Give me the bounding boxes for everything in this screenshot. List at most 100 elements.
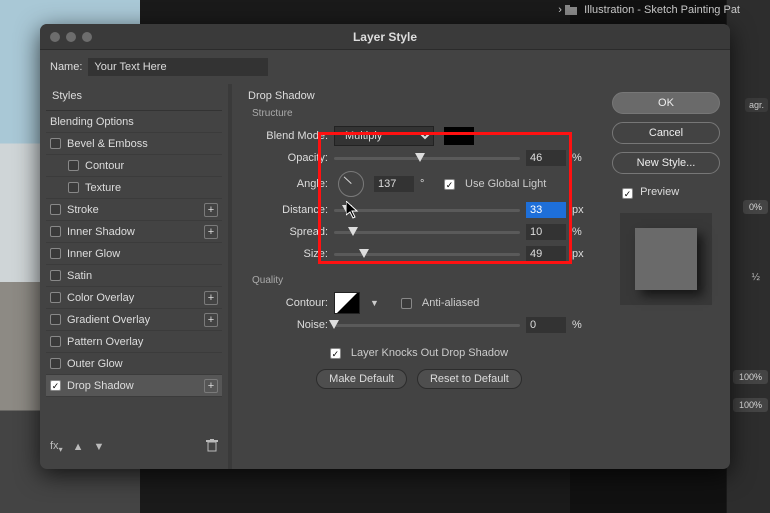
style-checkbox[interactable]: [68, 160, 79, 171]
style-label: Inner Shadow: [67, 226, 198, 238]
style-row-inner-shadow[interactable]: Inner Shadow +: [46, 221, 222, 243]
add-effect-icon[interactable]: +: [204, 313, 218, 327]
preview-checkbox[interactable]: [622, 188, 633, 199]
dialog-buttons-column: OK Cancel New Style... Preview: [602, 84, 730, 469]
knocks-label: Layer Knocks Out Drop Shadow: [351, 347, 508, 359]
preview-row[interactable]: Preview: [614, 186, 679, 199]
structure-label: Structure: [248, 108, 590, 119]
style-label: Inner Glow: [67, 248, 218, 260]
style-checkbox[interactable]: [50, 380, 61, 391]
style-checkbox[interactable]: [50, 358, 61, 369]
style-list: Bevel & EmbossContourTextureStroke+Inner…: [46, 133, 222, 431]
panel-half: ½: [752, 272, 760, 283]
size-slider[interactable]: [334, 247, 520, 261]
style-row-pattern-overlay[interactable]: Pattern Overlay: [46, 331, 222, 353]
panel-badge-100a: 100%: [733, 370, 768, 384]
blending-options-row[interactable]: Blending Options: [46, 111, 222, 133]
antialiased-checkbox[interactable]: [401, 298, 412, 309]
style-checkbox[interactable]: [50, 270, 61, 281]
style-row-outer-glow[interactable]: Outer Glow: [46, 353, 222, 375]
quality-label: Quality: [248, 275, 590, 286]
style-row-stroke[interactable]: Stroke+: [46, 199, 222, 221]
style-label: Gradient Overlay: [67, 314, 198, 326]
distance-slider[interactable]: [334, 203, 520, 217]
distance-unit: px: [572, 204, 590, 216]
add-effect-icon[interactable]: +: [204, 291, 218, 305]
spread-slider[interactable]: [334, 225, 520, 239]
blend-mode-select[interactable]: Multiply: [334, 126, 434, 146]
name-label: Name:: [50, 61, 82, 73]
antialiased-label: Anti-aliased: [422, 297, 479, 309]
size-input[interactable]: [526, 246, 566, 262]
global-light-checkbox[interactable]: [444, 179, 455, 190]
style-checkbox[interactable]: [50, 226, 61, 237]
spread-input[interactable]: [526, 224, 566, 240]
shadow-color-swatch[interactable]: [444, 127, 474, 145]
style-row-satin[interactable]: Satin: [46, 265, 222, 287]
contour-picker[interactable]: [334, 292, 360, 314]
cancel-button[interactable]: Cancel: [612, 122, 720, 144]
contour-row: Contour: ▼ Anti-aliased: [248, 292, 590, 314]
style-row-drop-shadow[interactable]: Drop Shadow+: [46, 375, 222, 397]
style-checkbox[interactable]: [68, 182, 79, 193]
style-row-gradient-overlay[interactable]: Gradient Overlay +: [46, 309, 222, 331]
style-checkbox[interactable]: [50, 138, 61, 149]
style-label: Texture: [85, 182, 218, 194]
noise-slider[interactable]: [334, 318, 520, 332]
style-checkbox[interactable]: [50, 248, 61, 259]
noise-input[interactable]: [526, 317, 566, 333]
contour-label: Contour:: [248, 297, 328, 309]
panel-badge-0: 0%: [743, 200, 768, 214]
distance-input[interactable]: [526, 202, 566, 218]
angle-label: Angle:: [248, 178, 328, 190]
noise-label: Noise:: [248, 319, 328, 331]
size-label: Size:: [248, 248, 328, 260]
section-title: Drop Shadow: [248, 90, 590, 102]
trash-icon[interactable]: [206, 439, 218, 455]
defaults-row: Make Default Reset to Default: [248, 368, 590, 390]
size-unit: px: [572, 248, 590, 260]
add-effect-icon[interactable]: +: [204, 225, 218, 239]
add-effect-icon[interactable]: +: [204, 203, 218, 217]
style-checkbox[interactable]: [50, 292, 61, 303]
styles-header: Styles: [46, 84, 222, 108]
angle-input[interactable]: [374, 176, 414, 192]
folder-icon: [565, 4, 581, 16]
style-row-texture[interactable]: Texture: [46, 177, 222, 199]
style-checkbox[interactable]: [50, 336, 61, 347]
opacity-input[interactable]: [526, 150, 566, 166]
style-checkbox[interactable]: [50, 204, 61, 215]
style-label: Bevel & Emboss: [67, 138, 218, 150]
layer-name-input[interactable]: [88, 58, 268, 76]
panel-tag: agr.: [745, 98, 768, 112]
window-traffic-lights[interactable]: [50, 32, 92, 42]
noise-row: Noise: %: [248, 314, 590, 336]
chevron-down-icon[interactable]: ▼: [370, 298, 379, 308]
app-right-panel: [726, 0, 770, 513]
styles-footer: fx▾ ▲ ▼: [46, 431, 222, 463]
angle-dial[interactable]: [338, 171, 364, 197]
layer-style-dialog: Layer Style Name: Styles Blending Option…: [40, 24, 730, 469]
style-checkbox[interactable]: [50, 314, 61, 325]
knocks-checkbox[interactable]: [330, 348, 341, 359]
opacity-label: Opacity:: [248, 152, 328, 164]
breadcrumb[interactable]: › Illustration - Sketch Painting Pat: [558, 4, 740, 16]
opacity-unit: %: [572, 152, 590, 164]
fx-menu-icon[interactable]: fx▾: [50, 440, 63, 454]
style-row-bevel-emboss[interactable]: Bevel & Emboss: [46, 133, 222, 155]
arrow-down-icon[interactable]: ▼: [93, 441, 104, 453]
style-label: Contour: [85, 160, 218, 172]
style-row-inner-glow[interactable]: Inner Glow: [46, 243, 222, 265]
style-row-color-overlay[interactable]: Color Overlay+: [46, 287, 222, 309]
opacity-slider[interactable]: [334, 151, 520, 165]
new-style-button[interactable]: New Style...: [612, 152, 720, 174]
blending-options-label: Blending Options: [50, 116, 218, 128]
blend-mode-row: Blend Mode: Multiply: [248, 125, 590, 147]
style-row-contour[interactable]: Contour: [46, 155, 222, 177]
angle-unit: °: [420, 178, 438, 190]
ok-button[interactable]: OK: [612, 92, 720, 114]
reset-default-button[interactable]: Reset to Default: [417, 369, 522, 389]
add-effect-icon[interactable]: +: [204, 379, 218, 393]
make-default-button[interactable]: Make Default: [316, 369, 407, 389]
arrow-up-icon[interactable]: ▲: [73, 441, 84, 453]
